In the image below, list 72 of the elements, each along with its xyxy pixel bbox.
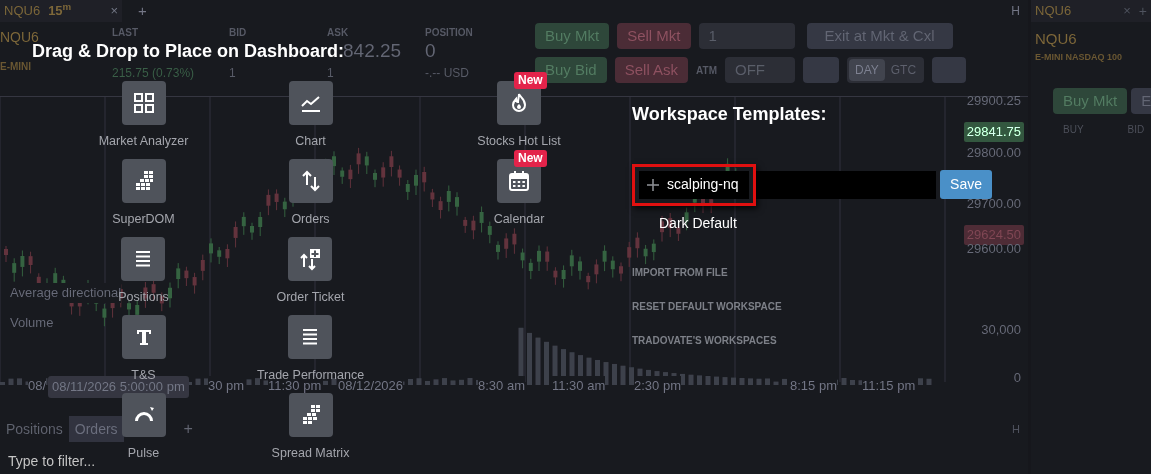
- widget-label: Chart: [295, 133, 326, 150]
- widget-label: Order Ticket: [276, 289, 345, 306]
- time-label: 30 pm: [208, 376, 245, 396]
- add-tab-button[interactable]: +: [183, 417, 193, 441]
- name-field[interactable]: [755, 170, 937, 199]
- action-link[interactable]: TRADOVATE'S WORKSPACES: [632, 333, 777, 348]
- grid-icon: [131, 91, 156, 115]
- widget-label: Orders: [291, 211, 330, 228]
- tab-interval: 15$^{m}$: [48, 1, 72, 21]
- save-button[interactable]: Save: [940, 170, 992, 199]
- quote-subvalue: 215.75 (0.73%): [112, 65, 195, 82]
- plus-icon: [647, 178, 659, 191]
- time-label: 8:15 pm: [790, 376, 837, 396]
- quote-label: POSITION: [425, 26, 474, 40]
- section-title: Workspace Templates:: [632, 103, 828, 126]
- add-tab-button[interactable]: +: [138, 0, 147, 23]
- template-item[interactable]: Dark Default: [659, 213, 737, 234]
- symbol-name: NQU6: [1034, 29, 1078, 49]
- widget-tile[interactable]: [288, 315, 333, 359]
- widget-tile[interactable]: [288, 159, 333, 203]
- tab-symbol: NQU6: [1035, 2, 1072, 21]
- widget-label: Pulse: [127, 445, 160, 462]
- price-label: 29841.75: [963, 122, 1024, 142]
- arrows-plus-icon: [298, 247, 323, 271]
- new-badge: New: [514, 72, 547, 89]
- quote-label: LAST: [112, 26, 140, 40]
- column-header: BID: [1127, 123, 1145, 137]
- template-item[interactable]: scalping-nq: [632, 163, 756, 206]
- quote-label: ASK: [327, 26, 350, 40]
- quote-value: 842.25: [343, 40, 402, 61]
- new-badge: New: [514, 150, 547, 167]
- panel-tab[interactable]: Positions: [0, 416, 69, 442]
- add-tab-button[interactable]: +: [1138, 0, 1147, 22]
- calendar-icon: [507, 169, 531, 193]
- price-label: 29800.00: [965, 144, 1022, 162]
- filter-field[interactable]: Type to filter...: [6, 450, 116, 473]
- time-label: 11:15 pm: [862, 376, 916, 396]
- quote-subvalue: 1: [229, 65, 236, 82]
- widget-label: Stocks Hot List: [477, 133, 561, 150]
- price-label: 29900.25: [965, 92, 1022, 110]
- atm-label: ATM: [696, 63, 717, 78]
- widget-label: SuperDOM: [112, 211, 175, 228]
- widget-label: Calendar: [493, 211, 545, 228]
- tab-symbol: NQU6: [4, 2, 41, 21]
- column-header: BUY: [1063, 123, 1084, 137]
- quote-subvalue: 1: [327, 65, 334, 82]
- price-label: 30,000: [980, 321, 1022, 339]
- action-link[interactable]: IMPORT FROM FILE: [632, 265, 728, 280]
- hotkey-label[interactable]: H: [1012, 420, 1020, 438]
- widget-tile[interactable]: [121, 315, 166, 359]
- panel-tab[interactable]: Orders: [68, 416, 124, 442]
- widget-tile[interactable]: [121, 81, 166, 125]
- widget-tile[interactable]: [288, 81, 333, 125]
- close-tab-button[interactable]: ×: [1123, 1, 1131, 21]
- widget-tile[interactable]: [121, 159, 166, 203]
- close-tab-button[interactable]: ×: [110, 1, 118, 21]
- sell-ask-button[interactable]: Sell Ask: [614, 57, 689, 83]
- widget-tile[interactable]: [288, 237, 333, 281]
- widget-tile[interactable]: [121, 237, 166, 281]
- symbol-description: E-MINI: [0, 60, 32, 74]
- quote-subvalue: -.-- USD: [425, 65, 469, 82]
- hotkey-label[interactable]: H: [1011, 2, 1020, 20]
- widget-label: Spread Matrix: [271, 445, 350, 462]
- sell-market-button[interactable]: Sell Mkt: [617, 23, 691, 49]
- quote-label: BID: [229, 26, 248, 40]
- symbol-description: E-MINI NASDAQ 100: [1034, 50, 1124, 64]
- price-label: 0: [1012, 369, 1022, 387]
- widget-label: Market Analyzer: [98, 133, 189, 150]
- action-link[interactable]: RESET DEFAULT WORKSPACE: [632, 299, 782, 314]
- time-label: 2:30 pm: [634, 376, 681, 396]
- duration-tab[interactable]: DAY: [849, 59, 885, 81]
- quote-value: 0: [425, 40, 436, 61]
